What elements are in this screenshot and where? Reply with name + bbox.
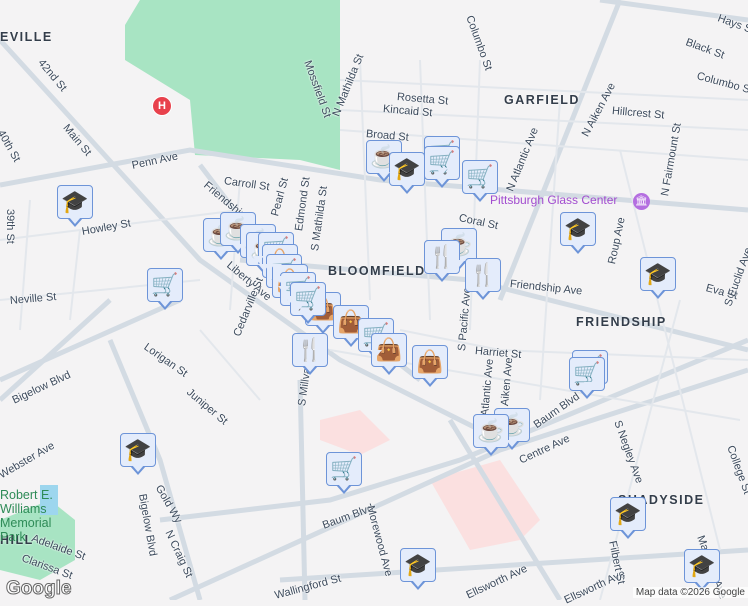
cafe-marker[interactable]: ☕ [473, 414, 509, 456]
fork-marker[interactable]: 🍴 [465, 258, 501, 300]
fork-icon: 🍴 [296, 337, 324, 362]
school-marker[interactable]: 🎓 [389, 152, 425, 194]
street-label: 39th St [4, 209, 16, 244]
park-area [125, 0, 340, 170]
neighborhood-label: BLOOMFIELD [328, 264, 426, 278]
cart-marker[interactable]: 🛒 [462, 160, 498, 202]
school-icon: 🎓 [644, 261, 672, 286]
school-marker[interactable]: 🎓 [57, 185, 93, 227]
school-marker[interactable]: 🎓 [640, 257, 676, 299]
google-logo: Google [5, 578, 72, 600]
park-label: Robert E. Williams Memorial Park [0, 488, 53, 544]
school-icon: 🎓 [688, 553, 716, 578]
neighborhood-label: GARFIELD [504, 93, 580, 107]
school-marker[interactable]: 🎓 [560, 212, 596, 254]
bag-marker[interactable]: 👜 [412, 345, 448, 387]
bag-icon: 👜 [416, 349, 444, 374]
fork-marker[interactable]: 🍴 [292, 333, 328, 375]
map-attribution[interactable]: Map data ©2026 Google [632, 587, 748, 598]
school-icon: 🎓 [614, 501, 642, 526]
fork-marker[interactable]: 🍴 [424, 240, 460, 282]
fork-icon: 🍴 [428, 244, 456, 269]
school-icon: 🎓 [124, 437, 152, 462]
school-icon: 🎓 [393, 156, 421, 181]
cart-icon: 🛒 [151, 272, 179, 297]
cart-icon: 🛒 [466, 164, 494, 189]
school-icon: 🎓 [61, 189, 89, 214]
cart-icon: 🛒 [330, 456, 358, 481]
neighborhood-label: FRIENDSHIP [576, 315, 667, 329]
school-marker[interactable]: 🎓 [400, 548, 436, 590]
cart-marker[interactable]: 🛒 [326, 452, 362, 494]
school-marker[interactable]: 🎓 [610, 497, 646, 539]
school-marker[interactable]: 🎓 [120, 433, 156, 475]
school-icon: 🎓 [564, 216, 592, 241]
fork-icon: 🍴 [469, 262, 497, 287]
hospital-icon[interactable]: H [152, 96, 172, 116]
school-icon: 🎓 [404, 552, 432, 577]
museum-icon[interactable]: 🏛 [633, 193, 650, 210]
cart-marker[interactable]: 🛒 [147, 268, 183, 310]
glass-center-label[interactable]: Pittsburgh Glass Center [490, 193, 617, 207]
neighborhood-label: EVILLE [0, 30, 53, 44]
school-marker[interactable]: 🎓 [684, 549, 720, 591]
commercial-area [320, 410, 390, 455]
cafe-icon: ☕ [477, 418, 505, 443]
